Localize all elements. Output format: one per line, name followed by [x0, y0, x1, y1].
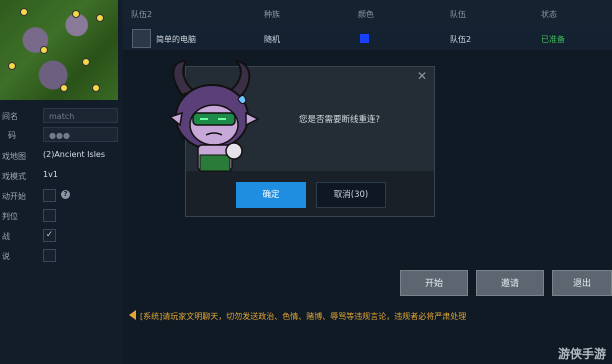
autostart-label: 动开始: [2, 192, 26, 201]
mode-label: 戏模式: [2, 172, 26, 181]
dialog-footer: [186, 171, 434, 216]
player-name: 简单的电脑: [156, 35, 196, 44]
mascot-illustration: [168, 59, 260, 172]
minimap-marker: [20, 8, 28, 16]
observe-label: 战: [2, 232, 10, 241]
password-row: 码 ●●●: [0, 126, 123, 144]
minimap-marker: [82, 58, 90, 66]
room-settings-panel: 间名 match 码 ●●● 戏地图 (2)Ancient Isles 戏模式 …: [0, 0, 123, 364]
observe-checkbox[interactable]: ✓: [43, 229, 56, 242]
player-team[interactable]: 队伍2: [450, 34, 471, 45]
minimap-marker: [40, 46, 48, 54]
col-race: 种族: [264, 10, 280, 19]
minimap-marker: [96, 14, 104, 22]
map-label: 戏地图: [2, 152, 26, 161]
col-color: 颜色: [358, 10, 374, 19]
narrate-label: 说: [2, 252, 10, 261]
col-team2: 队伍2: [131, 10, 153, 19]
help-icon[interactable]: ?: [61, 190, 70, 199]
map-row: 戏地图 (2)Ancient Isles: [0, 147, 123, 165]
minimap-marker: [92, 84, 100, 92]
start-button[interactable]: 开始: [400, 270, 468, 296]
col-team: 队伍: [450, 10, 466, 19]
referee-checkbox[interactable]: [43, 209, 56, 222]
player-table-header: 队伍2 种族 颜色 队伍 状态: [123, 0, 612, 27]
minimap: [0, 0, 118, 100]
close-icon[interactable]: ✕: [417, 69, 427, 83]
narrate-row: 说: [0, 247, 123, 265]
dialog-message: 您是否需要断线重连?: [299, 115, 381, 125]
autostart-checkbox[interactable]: [43, 189, 56, 202]
referee-row: 判位: [0, 207, 123, 225]
exit-button[interactable]: 退出: [552, 270, 612, 296]
observe-row: 战 ✓: [0, 227, 123, 245]
cancel-button[interactable]: 取消(30): [316, 182, 386, 208]
password-label: 码: [8, 131, 16, 140]
mode-row: 戏模式 1v1: [0, 167, 123, 185]
player-color-swatch[interactable]: [360, 34, 369, 43]
password-input[interactable]: ●●●: [43, 127, 118, 142]
player-race[interactable]: 随机: [264, 34, 280, 45]
col-status: 状态: [541, 10, 557, 19]
narrate-checkbox[interactable]: [43, 249, 56, 262]
watermark: 游侠手游: [557, 347, 606, 361]
mode-value[interactable]: 1v1: [43, 170, 58, 179]
minimap-marker: [72, 10, 80, 18]
minimap-marker: [8, 62, 16, 70]
room-name-row: 间名 match: [0, 107, 123, 125]
player-status: 已准备: [541, 35, 565, 44]
autostart-row: 动开始 ?: [0, 187, 123, 205]
speaker-icon: [129, 310, 136, 320]
system-notice-text: [系统]请玩家文明聊天，切勿发送政治、色情、赌博、辱骂等违规言论，违规者必将严肃…: [140, 312, 467, 321]
room-name-label: 间名: [2, 112, 18, 121]
minimap-marker: [60, 84, 68, 92]
system-notice: [系统]请玩家文明聊天，切勿发送政治、色情、赌博、辱骂等违规言论，违规者必将严肃…: [123, 302, 612, 330]
invite-button[interactable]: 邀请: [476, 270, 544, 296]
table-row[interactable]: 简单的电脑 随机 队伍2 已准备: [123, 26, 612, 50]
player-avatar: [132, 29, 151, 48]
confirm-button[interactable]: 确定: [236, 182, 306, 208]
room-name-input[interactable]: match: [43, 108, 118, 123]
map-value[interactable]: (2)Ancient Isles: [43, 150, 105, 159]
referee-label: 判位: [2, 212, 18, 221]
